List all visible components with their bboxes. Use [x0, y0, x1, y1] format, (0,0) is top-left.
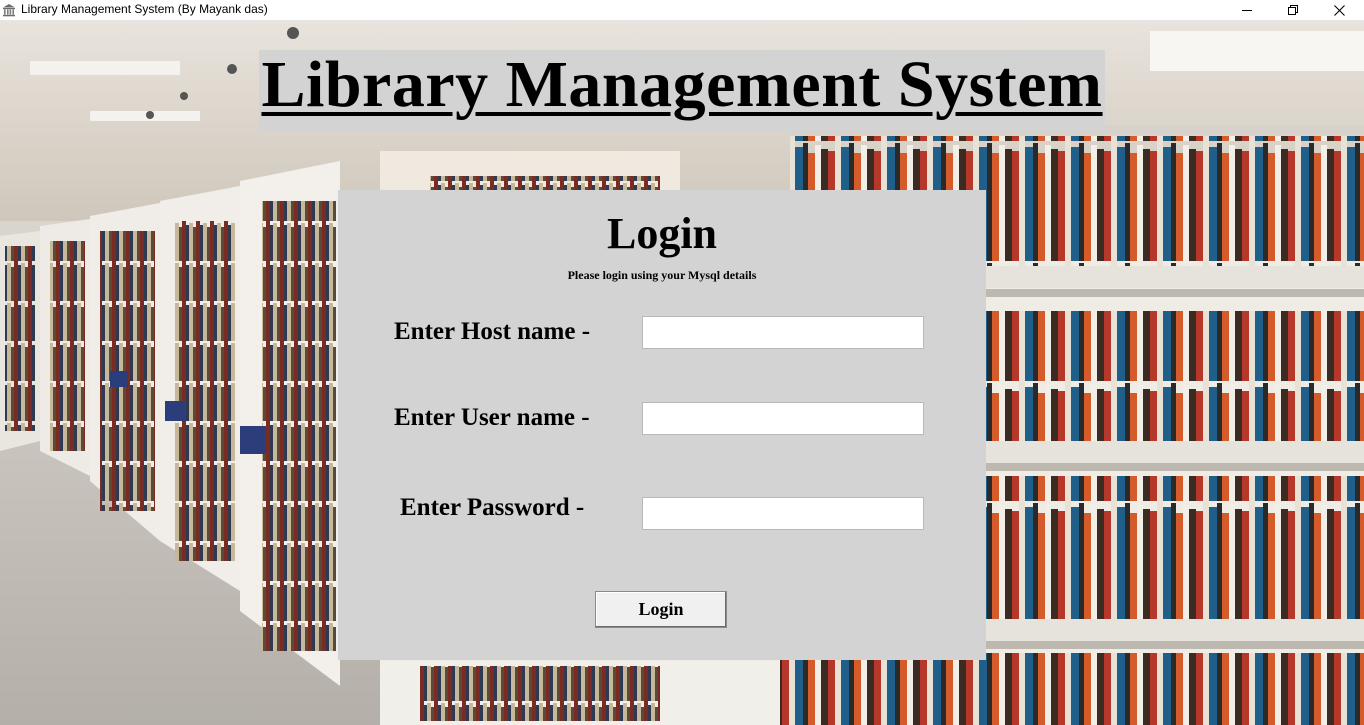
library-building-icon — [2, 3, 16, 17]
password-input[interactable] — [642, 497, 924, 530]
login-panel: Login Please login using your Mysql deta… — [338, 190, 986, 660]
title-banner: Library Management System — [259, 48, 1105, 131]
close-icon — [1333, 4, 1345, 16]
host-name-label: Enter Host name - — [394, 318, 591, 345]
host-name-input[interactable] — [642, 316, 924, 349]
window-title: Library Management System (By Mayank das… — [21, 2, 268, 16]
user-name-input[interactable] — [642, 402, 924, 435]
window-titlebar: Library Management System (By Mayank das… — [0, 0, 1364, 21]
app-title: Library Management System — [261, 48, 1103, 121]
password-label: Enter Password - — [400, 494, 585, 521]
login-button[interactable]: Login — [595, 591, 727, 628]
login-heading: Login — [606, 209, 718, 258]
user-name-label: Enter User name - — [394, 404, 590, 431]
minimize-button[interactable] — [1224, 0, 1270, 20]
close-button[interactable] — [1316, 0, 1362, 20]
restore-button[interactable] — [1270, 0, 1316, 20]
minimize-icon — [1242, 10, 1252, 11]
login-subtitle: Please login using your Mysql details — [567, 268, 757, 282]
restore-icon — [1288, 5, 1298, 15]
